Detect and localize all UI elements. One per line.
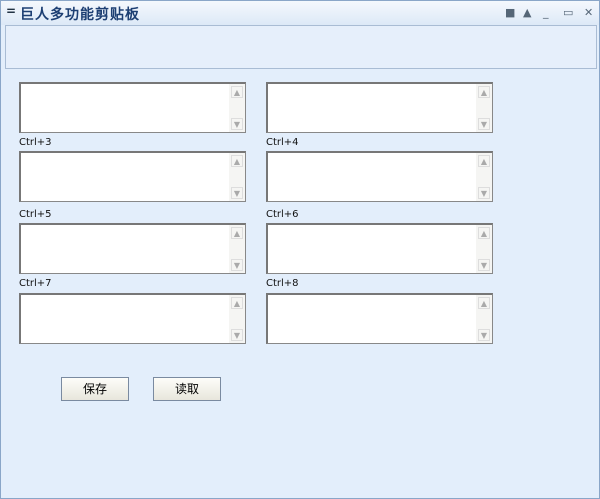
slot-4-input[interactable] [268, 153, 474, 199]
clipboard-slot-4[interactable]: ▲ ▼ [266, 151, 493, 202]
scrollbar[interactable]: ▲ ▼ [229, 153, 245, 201]
slot-2-input[interactable] [268, 84, 474, 130]
minimize-button[interactable]: _ [543, 6, 549, 19]
scrollbar[interactable]: ▲ ▼ [476, 225, 492, 273]
main-window: = 巨人多功能剪贴板 ■ ▲ _ ▭ ✕ ▲ ▼ ▲ ▼ Ctrl+3 Ctrl+4… [0, 0, 600, 499]
title-bar: = 巨人多功能剪贴板 ■ ▲ _ ▭ ✕ [1, 1, 599, 25]
slot-1-input[interactable] [21, 84, 227, 130]
scrollbar[interactable]: ▲ ▼ [229, 84, 245, 132]
slot-3-input[interactable] [21, 153, 227, 199]
clipboard-slot-7[interactable]: ▲ ▼ [19, 293, 246, 344]
slot-8-input[interactable] [268, 295, 474, 341]
top-panel [5, 25, 597, 69]
label-ctrl7: Ctrl+7 [19, 278, 52, 289]
label-ctrl4: Ctrl+4 [266, 137, 299, 148]
slot-7-input[interactable] [21, 295, 227, 341]
window-title: 巨人多功能剪贴板 [20, 7, 140, 23]
slot-6-input[interactable] [268, 225, 474, 271]
label-ctrl8: Ctrl+8 [266, 278, 299, 289]
clipboard-slot-3[interactable]: ▲ ▼ [19, 151, 246, 202]
label-ctrl5: Ctrl+5 [19, 209, 52, 220]
maximize-button[interactable]: ▭ [563, 6, 573, 19]
save-button[interactable]: 保存 [61, 377, 129, 401]
scrollbar[interactable]: ▲ ▼ [476, 295, 492, 343]
scrollbar[interactable]: ▲ ▼ [229, 225, 245, 273]
clipboard-slot-8[interactable]: ▲ ▼ [266, 293, 493, 344]
slot-5-input[interactable] [21, 225, 227, 271]
clipboard-slot-1[interactable]: ▲ ▼ [19, 82, 246, 133]
scrollbar[interactable]: ▲ ▼ [476, 84, 492, 132]
system-menu-icon[interactable]: = [6, 4, 16, 18]
clipboard-slot-2[interactable]: ▲ ▼ [266, 82, 493, 133]
rollup-icon[interactable]: ▲ [523, 6, 531, 19]
scrollbar[interactable]: ▲ ▼ [229, 295, 245, 343]
clipboard-slot-6[interactable]: ▲ ▼ [266, 223, 493, 274]
scrollbar[interactable]: ▲ ▼ [476, 153, 492, 201]
close-button[interactable]: ✕ [584, 6, 593, 19]
label-ctrl6: Ctrl+6 [266, 209, 299, 220]
clipboard-slot-5[interactable]: ▲ ▼ [19, 223, 246, 274]
menu-icon[interactable]: ■ [505, 6, 515, 19]
read-button[interactable]: 读取 [153, 377, 221, 401]
label-ctrl3: Ctrl+3 [19, 137, 52, 148]
